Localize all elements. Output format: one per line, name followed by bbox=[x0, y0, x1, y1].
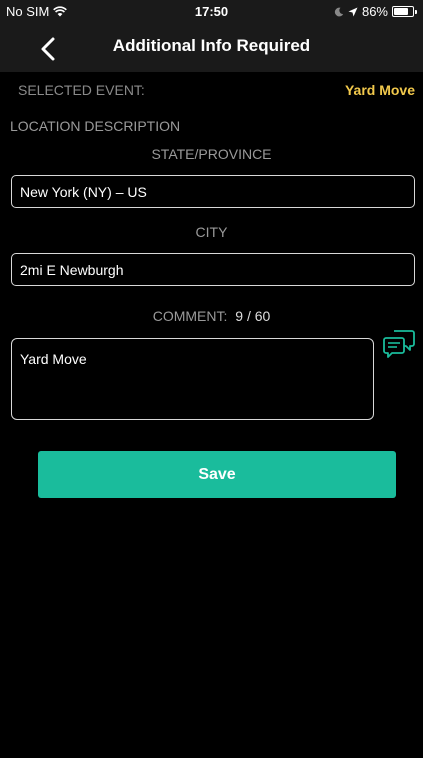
navigation-bar: Additional Info Required bbox=[0, 22, 423, 72]
battery-percent: 86% bbox=[361, 4, 388, 19]
status-bar: No SIM 17:50 86% bbox=[0, 0, 423, 22]
moon-icon bbox=[334, 7, 344, 16]
battery-level bbox=[394, 8, 408, 15]
page-title: Additional Info Required bbox=[112, 36, 311, 55]
location-arrow-icon bbox=[348, 7, 358, 16]
comment-field[interactable]: Yard Move bbox=[11, 338, 374, 420]
status-right: 86% bbox=[334, 4, 417, 19]
battery-icon bbox=[392, 6, 414, 17]
comment-header: COMMENT: 9 / 60 bbox=[0, 308, 423, 324]
selected-event-label: SELECTED EVENT: bbox=[18, 82, 145, 98]
battery-tip bbox=[415, 9, 417, 14]
selected-event-value: Yard Move bbox=[344, 82, 415, 98]
comment-counter: 9 / 60 bbox=[235, 308, 271, 324]
selected-event-row: SELECTED EVENT: Yard Move bbox=[18, 82, 415, 98]
chat-bubbles-icon[interactable] bbox=[382, 327, 416, 361]
state-field[interactable] bbox=[11, 175, 415, 208]
comment-label: COMMENT: bbox=[152, 308, 228, 324]
city-field[interactable] bbox=[11, 253, 415, 286]
state-label: STATE/PROVINCE bbox=[151, 146, 272, 162]
save-button[interactable]: Save bbox=[38, 451, 396, 498]
location-description-label: LOCATION DESCRIPTION bbox=[10, 118, 181, 134]
city-label: CITY bbox=[195, 224, 228, 240]
